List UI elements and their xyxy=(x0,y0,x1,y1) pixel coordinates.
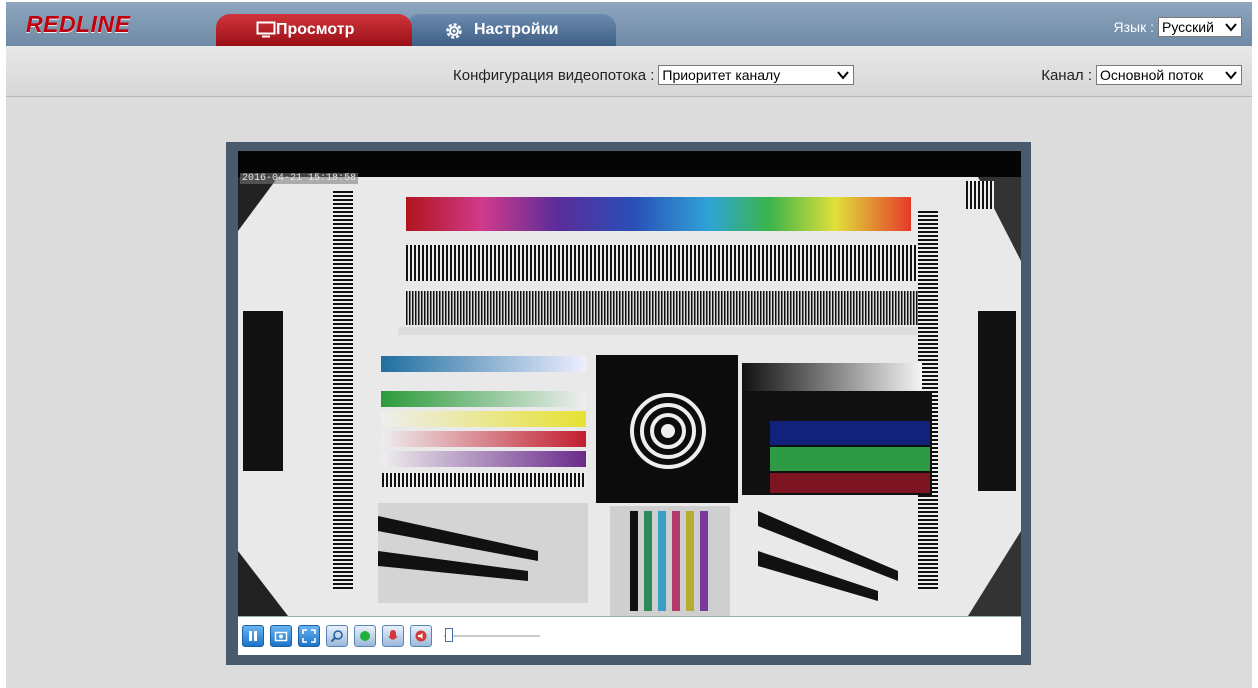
stream-config-select[interactable]: Приоритет каналу xyxy=(658,65,855,85)
zoom-button[interactable] xyxy=(326,625,348,647)
stream-config-value: Приоритет каналу xyxy=(662,67,781,83)
tab-view-label: Просмотр xyxy=(276,21,355,38)
tab-view[interactable]: Просмотр xyxy=(216,14,412,46)
config-bar: Конфигурация видеопотока : Приоритет кан… xyxy=(6,46,1252,97)
microphone-icon xyxy=(388,630,398,640)
microphone-button[interactable] xyxy=(382,625,404,647)
channel-label: Канал : xyxy=(1041,66,1092,84)
tab-settings[interactable]: Настройки xyxy=(406,14,616,46)
chevron-down-icon xyxy=(837,71,850,80)
language-label: Язык : xyxy=(1113,19,1155,35)
pause-button[interactable] xyxy=(242,625,264,647)
channel-select[interactable]: Основной поток xyxy=(1096,65,1242,85)
chevron-down-icon xyxy=(1225,71,1237,80)
logo: REDLINE xyxy=(26,11,131,37)
gear-icon xyxy=(444,21,464,46)
channel-value: Основной поток xyxy=(1100,67,1204,83)
record-icon xyxy=(360,631,370,641)
tab-settings-label: Настройки xyxy=(474,21,559,38)
video-stream[interactable]: 2016-04-21 15:18:58 xyxy=(238,151,1021,616)
snapshot-icon xyxy=(274,631,288,642)
channel-config: Канал : Основной поток xyxy=(1041,65,1242,85)
zoom-icon xyxy=(330,630,343,643)
top-header: REDLINE Просмотр Настройки Язык : Русски… xyxy=(6,2,1252,46)
video-viewer: 2016-04-21 15:18:58 xyxy=(226,142,1031,665)
language-picker: Язык : Русский xyxy=(1113,17,1242,37)
player-controls xyxy=(238,616,1021,655)
snapshot-button[interactable] xyxy=(270,625,292,647)
volume-slider-track[interactable] xyxy=(444,635,540,637)
stream-config-label: Конфигурация видеопотока : xyxy=(453,66,655,84)
volume-slider-handle[interactable] xyxy=(444,628,453,642)
pause-icon xyxy=(249,631,257,641)
speaker-button[interactable] xyxy=(410,625,432,647)
record-button[interactable] xyxy=(354,625,376,647)
fullscreen-button[interactable] xyxy=(298,625,320,647)
chevron-down-icon xyxy=(1225,23,1237,32)
fullscreen-icon xyxy=(302,629,316,643)
test-chart-image xyxy=(238,151,1021,616)
stream-config: Конфигурация видеопотока : Приоритет кан… xyxy=(453,65,855,85)
language-select[interactable]: Русский xyxy=(1158,17,1242,37)
app-window: REDLINE Просмотр Настройки Язык : Русски… xyxy=(6,2,1252,688)
language-value: Русский xyxy=(1162,19,1214,35)
monitor-icon xyxy=(256,21,276,44)
video-timestamp: 2016-04-21 15:18:58 xyxy=(240,173,359,184)
speaker-icon xyxy=(415,630,427,642)
